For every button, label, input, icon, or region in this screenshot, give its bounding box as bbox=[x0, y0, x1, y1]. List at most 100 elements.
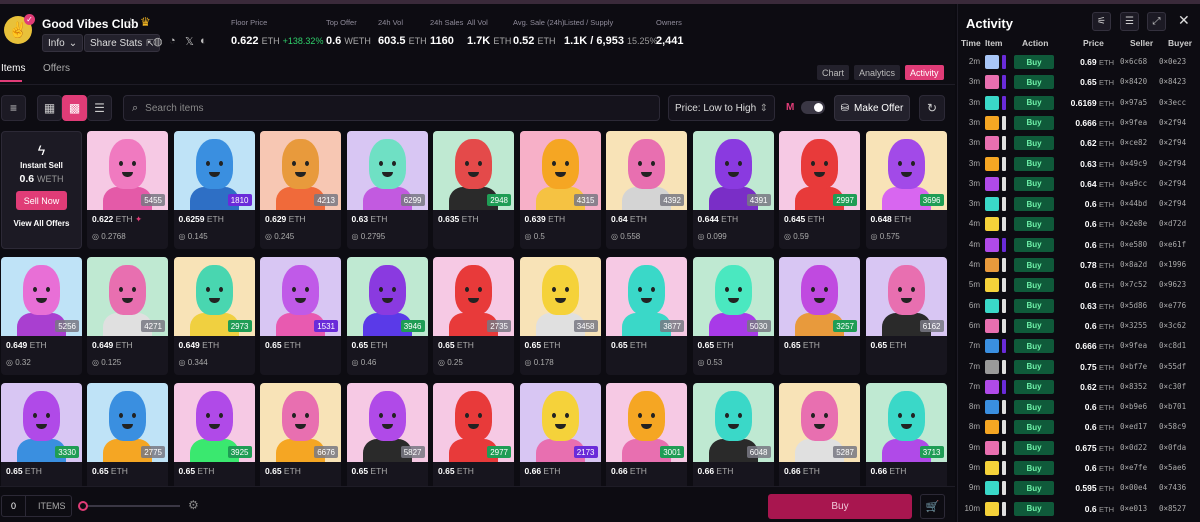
nft-card[interactable]: 4391 0.644 ETH ◎ 0.099 bbox=[692, 131, 774, 249]
buyer-address[interactable]: 0×55df bbox=[1159, 362, 1186, 371]
grid-large-view-button[interactable]: ▦ bbox=[37, 95, 62, 121]
nft-card[interactable]: 1531 0.65 ETH bbox=[260, 257, 341, 375]
seller-address[interactable]: 0×8a2d bbox=[1120, 260, 1147, 269]
nft-card[interactable]: 3696 0.648 ETH ◎ 0.575 bbox=[865, 131, 947, 249]
seller-address[interactable]: 0×49c9 bbox=[1120, 159, 1147, 168]
nft-card[interactable]: 3330 0.65 ETH bbox=[1, 383, 82, 501]
seller-address[interactable]: 0×3255 bbox=[1120, 321, 1147, 330]
nft-card[interactable]: 6676 0.65 ETH bbox=[260, 383, 341, 501]
search-input[interactable] bbox=[145, 102, 626, 114]
seller-address[interactable]: 0×ed17 bbox=[1120, 422, 1147, 431]
gear-icon[interactable]: ⚙ bbox=[188, 498, 199, 512]
buy-button[interactable]: Buy bbox=[768, 494, 912, 519]
nft-card[interactable]: 5455 0.622 ETH ✦ ◎ 0.2768 bbox=[87, 131, 168, 249]
seller-address[interactable]: 0×00e4 bbox=[1120, 483, 1147, 492]
nft-card[interactable]: 4392 0.64 ETH ◎ 0.558 bbox=[606, 131, 687, 249]
buyer-address[interactable]: 0×2f94 bbox=[1159, 199, 1186, 208]
nft-card[interactable]: 2948 0.635 ETH bbox=[433, 131, 514, 249]
seller-address[interactable]: 0×bf7e bbox=[1120, 362, 1147, 371]
buyer-address[interactable]: 0×3c62 bbox=[1159, 321, 1186, 330]
buyer-address[interactable]: 0×58c9 bbox=[1159, 422, 1186, 431]
seller-address[interactable]: 0×2e8e bbox=[1120, 219, 1147, 228]
list-view-button[interactable]: ☰ bbox=[87, 95, 112, 121]
info-dropdown[interactable]: Info ⌄ bbox=[42, 34, 84, 52]
buyer-address[interactable]: 0×0e23 bbox=[1159, 57, 1186, 66]
magic-eden-toggle[interactable] bbox=[801, 101, 825, 114]
seller-address[interactable]: 0×0d22 bbox=[1120, 443, 1147, 452]
nft-card[interactable]: 2735 0.65 ETH ◎ 0.25 bbox=[433, 257, 514, 375]
nft-card[interactable]: 2173 0.66 ETH bbox=[519, 383, 601, 501]
seller-address[interactable]: 0×44bd bbox=[1120, 199, 1147, 208]
nft-card[interactable]: 3001 0.66 ETH bbox=[606, 383, 687, 501]
x-twitter-icon[interactable]: 𝕏 bbox=[185, 35, 194, 48]
slider-handle[interactable] bbox=[78, 501, 88, 511]
seller-address[interactable]: 0×7c52 bbox=[1120, 280, 1147, 289]
activity-row[interactable]: 3m Buy 0.65 ETH 0×8420 0×8423 bbox=[958, 72, 1200, 92]
nft-card[interactable]: 5287 0.66 ETH bbox=[779, 383, 860, 501]
activity-row[interactable]: 3m Buy 0.62 ETH 0×ce82 0×2f94 bbox=[958, 133, 1200, 153]
share-stats-button[interactable]: Share Stats ⇱ bbox=[84, 34, 160, 52]
sort-select[interactable]: Price: Low to High ⇕ bbox=[668, 95, 775, 121]
buyer-address[interactable]: 0×c8d1 bbox=[1159, 341, 1186, 350]
buyer-address[interactable]: 0×7436 bbox=[1159, 483, 1186, 492]
sell-now-button[interactable]: Sell Now bbox=[16, 191, 67, 210]
seller-address[interactable]: 0×b9e6 bbox=[1120, 402, 1147, 411]
activity-row[interactable]: 7m Buy 0.75 ETH 0×bf7e 0×55df bbox=[958, 357, 1200, 377]
activity-row[interactable]: 3m Buy 0.6 ETH 0×44bd 0×2f94 bbox=[958, 194, 1200, 214]
nft-card[interactable]: 6299 0.63 ETH ◎ 0.2795 bbox=[346, 131, 428, 249]
activity-row[interactable]: 9m Buy 0.675 ETH 0×0d22 0×0fda bbox=[958, 438, 1200, 458]
activity-row[interactable]: 2m Buy 0.69 ETH 0×6c68 0×0e23 bbox=[958, 52, 1200, 72]
nft-card[interactable]: 3925 0.65 ETH bbox=[173, 383, 255, 501]
seller-address[interactable]: 0×e013 bbox=[1120, 504, 1147, 513]
nft-card[interactable]: 6048 0.66 ETH bbox=[692, 383, 774, 501]
seller-address[interactable]: 0×a9cc bbox=[1120, 179, 1147, 188]
tab-offers[interactable]: Offers bbox=[43, 63, 70, 74]
activity-row[interactable]: 6m Buy 0.63 ETH 0×5d86 0×e776 bbox=[958, 296, 1200, 316]
activity-row[interactable]: 3m Buy 0.64 ETH 0×a9cc 0×2f94 bbox=[958, 174, 1200, 194]
activity-row[interactable]: 4m Buy 0.6 ETH 0×2e8e 0×d72d bbox=[958, 214, 1200, 234]
nft-card[interactable]: 2977 0.65 ETH bbox=[433, 383, 514, 501]
activity-filter-button[interactable]: ⚟ bbox=[1092, 12, 1111, 31]
make-offer-button[interactable]: ⛁ Make Offer bbox=[834, 95, 910, 121]
activity-row[interactable]: 6m Buy 0.6 ETH 0×3255 0×3c62 bbox=[958, 316, 1200, 336]
buyer-address[interactable]: 0×b701 bbox=[1159, 402, 1186, 411]
item-quantity-field[interactable]: 0 ITEMS bbox=[1, 495, 72, 517]
nft-card[interactable]: 6162 0.65 ETH bbox=[865, 257, 947, 375]
buyer-address[interactable]: 0×3ecc bbox=[1159, 98, 1186, 107]
nft-card[interactable]: 3877 0.65 ETH bbox=[606, 257, 687, 375]
seller-address[interactable]: 0×9fea bbox=[1120, 118, 1147, 127]
activity-row[interactable]: 10m Buy 0.6 ETH 0×e013 0×8527 bbox=[958, 499, 1200, 519]
activity-expand-button[interactable]: ⤢ bbox=[1147, 12, 1166, 31]
view-all-offers-link[interactable]: View All Offers bbox=[2, 219, 81, 228]
buyer-address[interactable]: 0×2f94 bbox=[1159, 179, 1186, 188]
activity-row[interactable]: 3m Buy 0.6169 ETH 0×97a5 0×3ecc bbox=[958, 93, 1200, 113]
activity-row[interactable]: 3m Buy 0.666 ETH 0×9fea 0×2f94 bbox=[958, 113, 1200, 133]
nft-card[interactable]: 2973 0.649 ETH ◎ 0.344 bbox=[173, 257, 255, 375]
buyer-address[interactable]: 0×9623 bbox=[1159, 280, 1186, 289]
nft-card[interactable]: 5030 0.65 ETH ◎ 0.53 bbox=[692, 257, 774, 375]
buyer-address[interactable]: 0×c30f bbox=[1159, 382, 1186, 391]
buyer-address[interactable]: 0×2f94 bbox=[1159, 138, 1186, 147]
activity-row[interactable]: 3m Buy 0.63 ETH 0×49c9 0×2f94 bbox=[958, 154, 1200, 174]
seller-address[interactable]: 0×e580 bbox=[1120, 240, 1147, 249]
website-globe-icon[interactable]: ◍ bbox=[153, 35, 163, 48]
tab-analytics[interactable]: Analytics bbox=[854, 65, 901, 80]
seller-address[interactable]: 0×ce82 bbox=[1120, 138, 1147, 147]
tab-chart[interactable]: Chart bbox=[817, 65, 850, 80]
grid-small-view-button[interactable]: ▩ bbox=[62, 95, 87, 121]
buyer-address[interactable]: 0×8423 bbox=[1159, 77, 1186, 86]
buyer-address[interactable]: 0×e776 bbox=[1159, 301, 1186, 310]
activity-row[interactable]: 9m Buy 0.595 ETH 0×00e4 0×7436 bbox=[958, 478, 1200, 498]
activity-row[interactable]: 9m Buy 0.6 ETH 0×e7fe 0×5ae6 bbox=[958, 458, 1200, 478]
nft-card[interactable]: 5256 0.649 ETH ◎ 0.32 bbox=[1, 257, 82, 375]
activity-row[interactable]: 7m Buy 0.62 ETH 0×8352 0×c30f bbox=[958, 377, 1200, 397]
activity-row[interactable]: 8m Buy 0.6 ETH 0×ed17 0×58c9 bbox=[958, 417, 1200, 437]
discord-icon[interactable]: ◔ bbox=[169, 35, 176, 47]
nft-card[interactable]: 2997 0.645 ETH ◎ 0.59 bbox=[779, 131, 860, 249]
etherscan-icon[interactable]: ◐ bbox=[200, 35, 207, 47]
seller-address[interactable]: 0×9fea bbox=[1120, 341, 1147, 350]
nft-card[interactable]: 4271 0.649 ETH ◎ 0.125 bbox=[87, 257, 168, 375]
favorite-star-icon[interactable]: ☆ bbox=[125, 15, 137, 31]
activity-row[interactable]: 5m Buy 0.6 ETH 0×7c52 0×9623 bbox=[958, 275, 1200, 295]
nft-card[interactable]: 5827 0.65 ETH bbox=[346, 383, 428, 501]
